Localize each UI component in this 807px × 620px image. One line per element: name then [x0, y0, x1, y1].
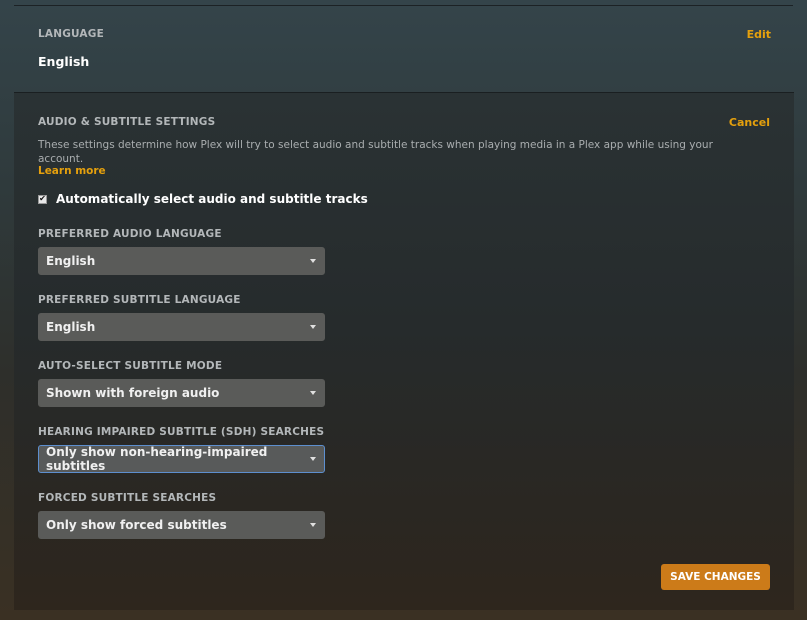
- preferred-subtitle-language-value: English: [46, 320, 96, 334]
- sdh-searches-field: HEARING IMPAIRED SUBTITLE (SDH) SEARCHES…: [38, 426, 325, 473]
- chevron-down-icon: [310, 457, 316, 461]
- top-divider: [14, 5, 793, 6]
- sdh-searches-label: HEARING IMPAIRED SUBTITLE (SDH) SEARCHES: [38, 426, 325, 438]
- preferred-audio-language-value: English: [46, 254, 96, 268]
- audio-subtitle-settings-panel: AUDIO & SUBTITLE SETTINGS Cancel These s…: [14, 92, 794, 610]
- preferred-subtitle-language-label: PREFERRED SUBTITLE LANGUAGE: [38, 294, 241, 306]
- auto-select-subtitle-mode-field: AUTO-SELECT SUBTITLE MODE Shown with for…: [38, 360, 325, 407]
- auto-select-subtitle-mode-label: AUTO-SELECT SUBTITLE MODE: [38, 360, 223, 372]
- language-section-title: LANGUAGE: [38, 28, 104, 40]
- auto-select-subtitle-mode-value: Shown with foreign audio: [46, 386, 220, 400]
- preferred-audio-language-field: PREFERRED AUDIO LANGUAGE English: [38, 228, 325, 275]
- auto-select-tracks-label: Automatically select audio and subtitle …: [56, 192, 368, 206]
- chevron-down-icon: [310, 523, 316, 527]
- edit-language-link[interactable]: Edit: [747, 28, 771, 41]
- preferred-subtitle-language-select[interactable]: English: [38, 313, 325, 341]
- audio-subtitle-section-title: AUDIO & SUBTITLE SETTINGS: [38, 116, 216, 128]
- preferred-audio-language-select[interactable]: English: [38, 247, 325, 275]
- sdh-searches-value: Only show non-hearing-impaired subtitles: [46, 445, 268, 473]
- sdh-searches-select[interactable]: Only show non-hearing-impaired subtitles: [38, 445, 325, 473]
- forced-subtitle-searches-label: FORCED SUBTITLE SEARCHES: [38, 492, 217, 504]
- forced-subtitle-searches-select[interactable]: Only show forced subtitles: [38, 511, 325, 539]
- language-value: English: [38, 54, 90, 69]
- chevron-down-icon: [310, 391, 316, 395]
- cancel-link[interactable]: Cancel: [729, 116, 770, 129]
- auto-select-tracks-checkbox-row[interactable]: ✔ Automatically select audio and subtitl…: [38, 192, 368, 206]
- forced-subtitle-searches-value: Only show forced subtitles: [46, 518, 227, 532]
- settings-description: These settings determine how Plex will t…: [38, 139, 713, 165]
- auto-select-tracks-checkbox[interactable]: ✔: [38, 194, 47, 204]
- auto-select-subtitle-mode-select[interactable]: Shown with foreign audio: [38, 379, 325, 407]
- chevron-down-icon: [310, 259, 316, 263]
- chevron-down-icon: [310, 325, 316, 329]
- learn-more-link[interactable]: Learn more: [38, 165, 106, 177]
- preferred-audio-language-label: PREFERRED AUDIO LANGUAGE: [38, 228, 222, 240]
- language-section: LANGUAGE Edit English: [38, 28, 771, 88]
- preferred-subtitle-language-field: PREFERRED SUBTITLE LANGUAGE English: [38, 294, 325, 341]
- save-changes-button[interactable]: SAVE CHANGES: [661, 564, 770, 590]
- forced-subtitle-searches-field: FORCED SUBTITLE SEARCHES Only show force…: [38, 492, 325, 539]
